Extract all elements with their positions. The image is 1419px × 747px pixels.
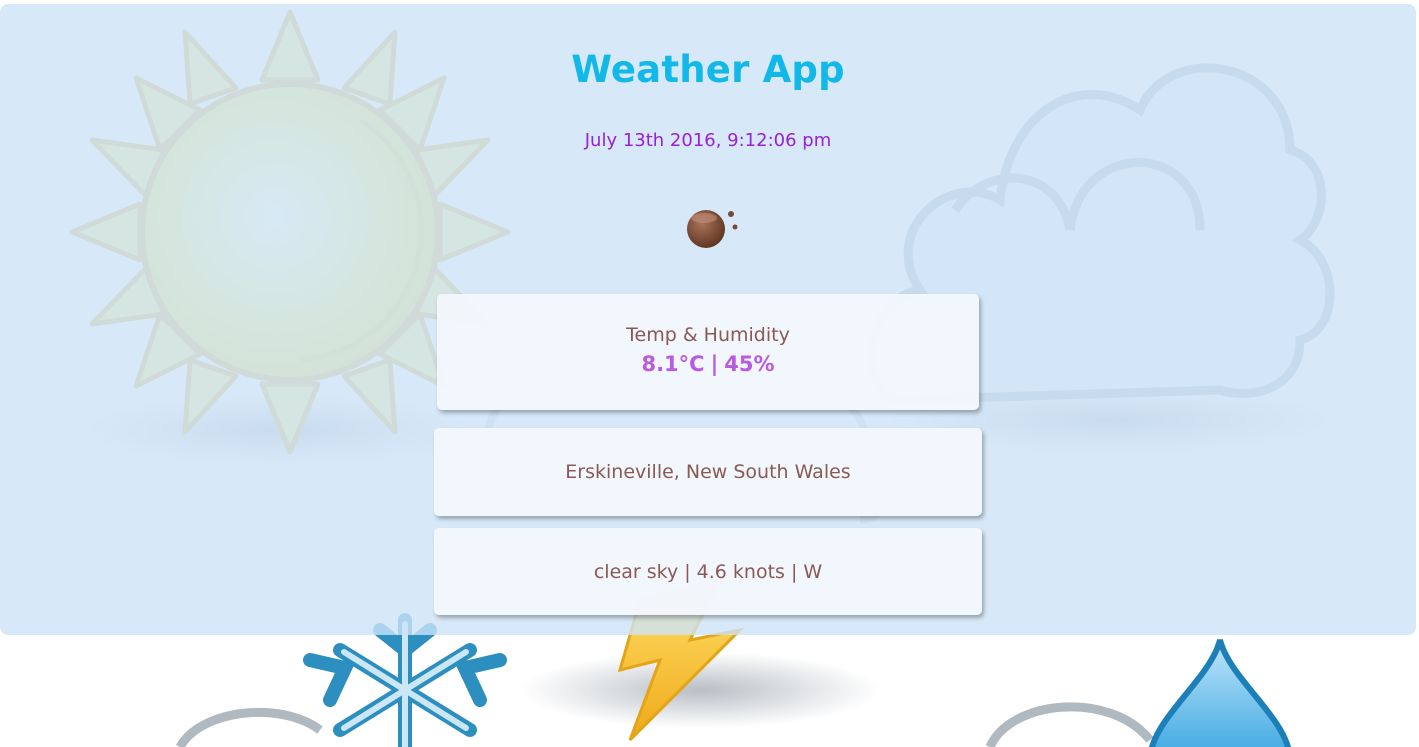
temp-humidity-card: Temp & Humidity 8.1°C | 45% xyxy=(437,294,979,410)
value-separator: | xyxy=(710,352,719,376)
wind-separator-1: | xyxy=(684,561,691,583)
sky-description: clear sky xyxy=(593,561,679,583)
raindrop-illustration-icon xyxy=(1149,639,1291,747)
wind-card: clear sky | 4.6 knots | W xyxy=(434,528,982,615)
page: Weather App July 13th 2016, 9:12:06 pm T… xyxy=(0,0,1419,747)
temp-humidity-label: Temp & Humidity xyxy=(626,324,790,346)
current-datetime: July 13th 2016, 9:12:06 pm xyxy=(584,130,832,151)
weather-condition-icon xyxy=(687,210,738,248)
app-title: Weather App xyxy=(571,48,845,91)
temp-humidity-values: 8.1°C | 45% xyxy=(437,352,979,376)
wind-speed: 4.6 knots xyxy=(696,561,785,583)
humidity-value: 45% xyxy=(724,352,775,376)
wind-direction: W xyxy=(803,561,823,583)
wind-separator-2: | xyxy=(790,561,798,583)
location-card: Erskineville, New South Wales xyxy=(434,428,982,516)
temperature-value: 8.1°C xyxy=(641,352,705,376)
wind-text: clear sky | 4.6 knots | W xyxy=(434,561,982,583)
location-text: Erskineville, New South Wales xyxy=(565,461,851,483)
